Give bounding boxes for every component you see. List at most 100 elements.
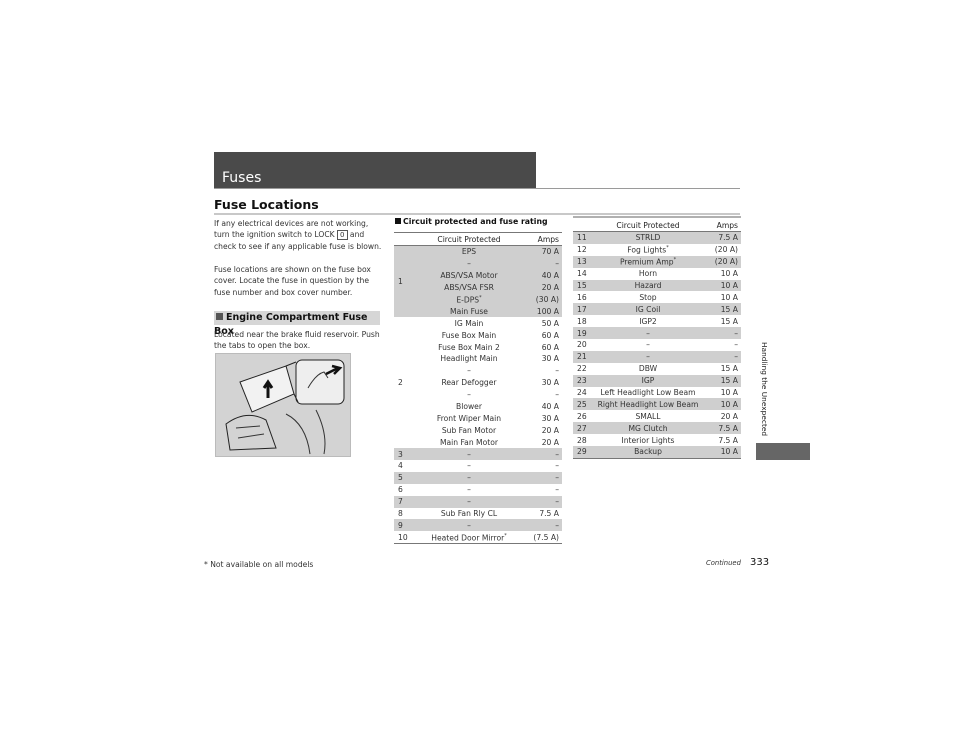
circuit-name: – bbox=[416, 448, 522, 461]
fuse-number: 7 bbox=[394, 495, 416, 508]
fuse-amps: 30 A bbox=[541, 354, 559, 364]
fuse-amps: – bbox=[522, 448, 562, 461]
page-number: 333 bbox=[750, 557, 770, 568]
circuit-name: Interior Lights bbox=[621, 435, 675, 445]
table-row: Fuse Box Main 60 A bbox=[394, 329, 562, 341]
table-row: Main Fuse 100 A bbox=[394, 305, 562, 318]
circuit-name: Fuse Box Main 2 bbox=[438, 342, 500, 352]
fuse-number: 18 bbox=[577, 316, 587, 326]
table-row: 28 Interior Lights 7.5 A bbox=[573, 434, 741, 446]
circuit-name: Left Headlight Low Beam bbox=[600, 388, 696, 398]
table-row: 16 Stop 10 A bbox=[573, 291, 741, 303]
header-divider bbox=[214, 188, 740, 189]
circuit-name: – bbox=[416, 257, 522, 270]
fuse-amps: – bbox=[734, 340, 738, 350]
table-row: 5– – bbox=[394, 471, 562, 484]
footnote: * Not available on all models bbox=[204, 560, 314, 569]
table-row: Front Wiper Main 30 A bbox=[394, 412, 562, 424]
fuse-amps: – bbox=[555, 461, 559, 471]
fuse-amps: – bbox=[701, 327, 741, 340]
fuse-number: 6 bbox=[398, 485, 403, 495]
circuit-name: Headlight Main bbox=[440, 354, 498, 364]
fuse-amps: – bbox=[522, 257, 562, 270]
fuse-number: 19 bbox=[573, 327, 595, 340]
engine-box-heading: Engine Compartment Fuse Box bbox=[214, 311, 380, 337]
fuse-amps: (20 A) bbox=[701, 255, 741, 268]
table-header-row: Circuit Protected Amps bbox=[573, 219, 741, 232]
fuse-number: 21 bbox=[573, 350, 595, 363]
table-row: Blower 40 A bbox=[394, 401, 562, 413]
circuit-name: – bbox=[416, 495, 522, 508]
table-row: 8 Sub Fan Rly CL 7.5 A bbox=[394, 508, 562, 520]
fuse-amps: 20 A bbox=[522, 281, 562, 294]
table-row: 23 IGP 15 A bbox=[573, 374, 741, 387]
fuse-amps: 20 A bbox=[720, 411, 738, 421]
table-row: – – bbox=[394, 389, 562, 401]
fuse-amps: 50 A bbox=[541, 318, 559, 328]
fuse-number: 27 bbox=[573, 422, 595, 435]
fuse-number: 1 bbox=[394, 245, 416, 318]
table-row: ABS/VSA FSR 20 A bbox=[394, 281, 562, 294]
fuse-number: 9 bbox=[394, 519, 416, 532]
circuit-name: – bbox=[595, 327, 701, 340]
circuit-name: Sub Fan Motor bbox=[441, 425, 497, 435]
circuit-name: Heated Door Mirror* bbox=[416, 531, 522, 545]
circuit-name: Backup bbox=[595, 446, 701, 459]
table-row: 19– – bbox=[573, 327, 741, 340]
table-row: ABS/VSA Motor 40 A bbox=[394, 269, 562, 282]
fuse-table-2: Circuit Protected Amps 11 STRLD 7.5 A 12 Fog… bbox=[573, 219, 741, 459]
table-row: Headlight Main 30 A bbox=[394, 353, 562, 365]
header-num bbox=[394, 233, 416, 246]
fuse-number: 16 bbox=[577, 292, 587, 302]
fuse-amps: 10 A bbox=[720, 269, 738, 279]
circuit-name: Main Fuse bbox=[416, 305, 522, 318]
circuit-name: Main Fan Motor bbox=[439, 437, 499, 447]
fuse-number: 28 bbox=[577, 435, 587, 445]
table-row: 4 – – bbox=[394, 460, 562, 472]
fuse-amps: 7.5 A bbox=[701, 231, 741, 244]
fuse-amps: – bbox=[522, 495, 562, 508]
rating-section-title-text: Circuit protected and fuse rating bbox=[403, 217, 548, 226]
fuse-amps: 15 A bbox=[701, 303, 741, 316]
table-row: 25 Right Headlight Low Beam 10 A bbox=[573, 398, 741, 411]
side-tab-label: Handling the Unexpected bbox=[760, 342, 769, 437]
fuse-number: 17 bbox=[573, 303, 595, 316]
table2-top-rule bbox=[573, 216, 741, 218]
circuit-name: ABS/VSA FSR bbox=[416, 281, 522, 294]
fuse-amps: (7.5 A) bbox=[522, 531, 562, 545]
circuit-name: Fuse Box Main bbox=[441, 330, 497, 340]
table-row: Fuse Box Main 2 60 A bbox=[394, 341, 562, 353]
fuse-amps: 20 A bbox=[541, 425, 559, 435]
table-row: 6 – – bbox=[394, 484, 562, 496]
table-row: 17 IG Coil 15 A bbox=[573, 303, 741, 316]
circuit-name: IG Main bbox=[454, 318, 484, 328]
circuit-name: – bbox=[646, 340, 650, 350]
fuse-amps: 7.5 A bbox=[539, 509, 559, 519]
fuse-amps: 10 A bbox=[701, 279, 741, 292]
circuit-name: Blower bbox=[456, 402, 482, 412]
circuit-name: – bbox=[467, 390, 471, 400]
circuit-name: SMALL bbox=[635, 411, 661, 421]
header-amps: Amps bbox=[701, 219, 741, 232]
fuse-amps: 60 A bbox=[541, 330, 559, 340]
fuse-number: 2 bbox=[398, 378, 403, 388]
table-row: 3– – bbox=[394, 448, 562, 461]
header-num bbox=[573, 219, 595, 232]
fuse-amps: 15 A bbox=[720, 364, 738, 374]
fuse-amps: 60 A bbox=[541, 342, 559, 352]
fuse-amps: 100 A bbox=[522, 305, 562, 318]
table-row: 21– – bbox=[573, 350, 741, 363]
fuse-amps: – bbox=[555, 390, 559, 400]
fuse-amps: – bbox=[555, 485, 559, 495]
table-row: 11 STRLD 7.5 A bbox=[573, 231, 741, 244]
table-row: 10 Heated Door Mirror* (7.5 A) bbox=[394, 531, 562, 545]
circuit-name: – bbox=[416, 471, 522, 484]
table-row: – – bbox=[394, 257, 562, 270]
fuse-number: 15 bbox=[573, 279, 595, 292]
fuse-number: 12 bbox=[577, 245, 587, 255]
header-circuit: Circuit Protected bbox=[595, 219, 701, 232]
table-row: 26 SMALL 20 A bbox=[573, 410, 741, 422]
header-amps: Amps bbox=[522, 233, 562, 246]
fuse-number: 23 bbox=[573, 374, 595, 387]
circuit-name: Sub Fan Rly CL bbox=[440, 509, 498, 519]
